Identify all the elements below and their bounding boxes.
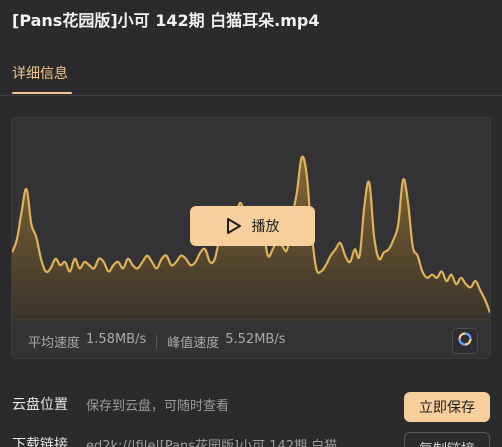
refresh-button[interactable] — [452, 328, 478, 354]
copy-link-button[interactable]: 复制链接 — [404, 432, 490, 447]
cloud-location-value: 保存到云盘，可随时查看 — [86, 399, 230, 414]
download-link-row: 下载链接 ed2k://|file|[Pans花园版]小可 142期 白猫 — [12, 434, 337, 447]
file-title: [Pans花园版]小可 142期 白猫耳朵.mp4 — [12, 11, 320, 30]
chart-footer-divider — [12, 319, 490, 320]
speed-stats: 平均速度 1.58MB/s 峰值速度 5.52MB/s — [28, 332, 286, 351]
file-detail-panel: [Pans花园版]小可 142期 白猫耳朵.mp4 详细信息 播放 平均速度 1… — [0, 0, 502, 447]
peak-speed-value: 5.52MB/s — [225, 332, 286, 347]
download-link-label: 下载链接 — [12, 437, 68, 447]
stats-separator — [156, 334, 158, 349]
avg-speed-label: 平均速度 — [28, 336, 81, 351]
tabs-divider — [0, 95, 502, 96]
play-button[interactable]: 播放 — [190, 206, 315, 246]
tab-details[interactable]: 详细信息 — [12, 63, 68, 83]
save-now-button[interactable]: 立即保存 — [404, 392, 490, 422]
peak-speed-label: 峰值速度 — [167, 336, 220, 351]
cloud-location-row: 云盘位置 保存到云盘，可随时查看 — [12, 394, 229, 414]
tab-active-indicator — [12, 92, 72, 94]
peak-speed: 峰值速度 5.52MB/s — [167, 332, 285, 351]
play-icon — [226, 217, 242, 235]
play-label: 播放 — [251, 219, 280, 235]
avg-speed-value: 1.58MB/s — [86, 332, 147, 347]
download-link-value[interactable]: ed2k://|file|[Pans花园版]小可 142期 白猫 — [86, 435, 337, 447]
cloud-location-label: 云盘位置 — [12, 397, 68, 413]
speed-chart-card: 播放 平均速度 1.58MB/s 峰值速度 5.52MB/s — [11, 117, 491, 359]
avg-speed: 平均速度 1.58MB/s — [28, 332, 146, 351]
refresh-icon — [457, 331, 473, 351]
